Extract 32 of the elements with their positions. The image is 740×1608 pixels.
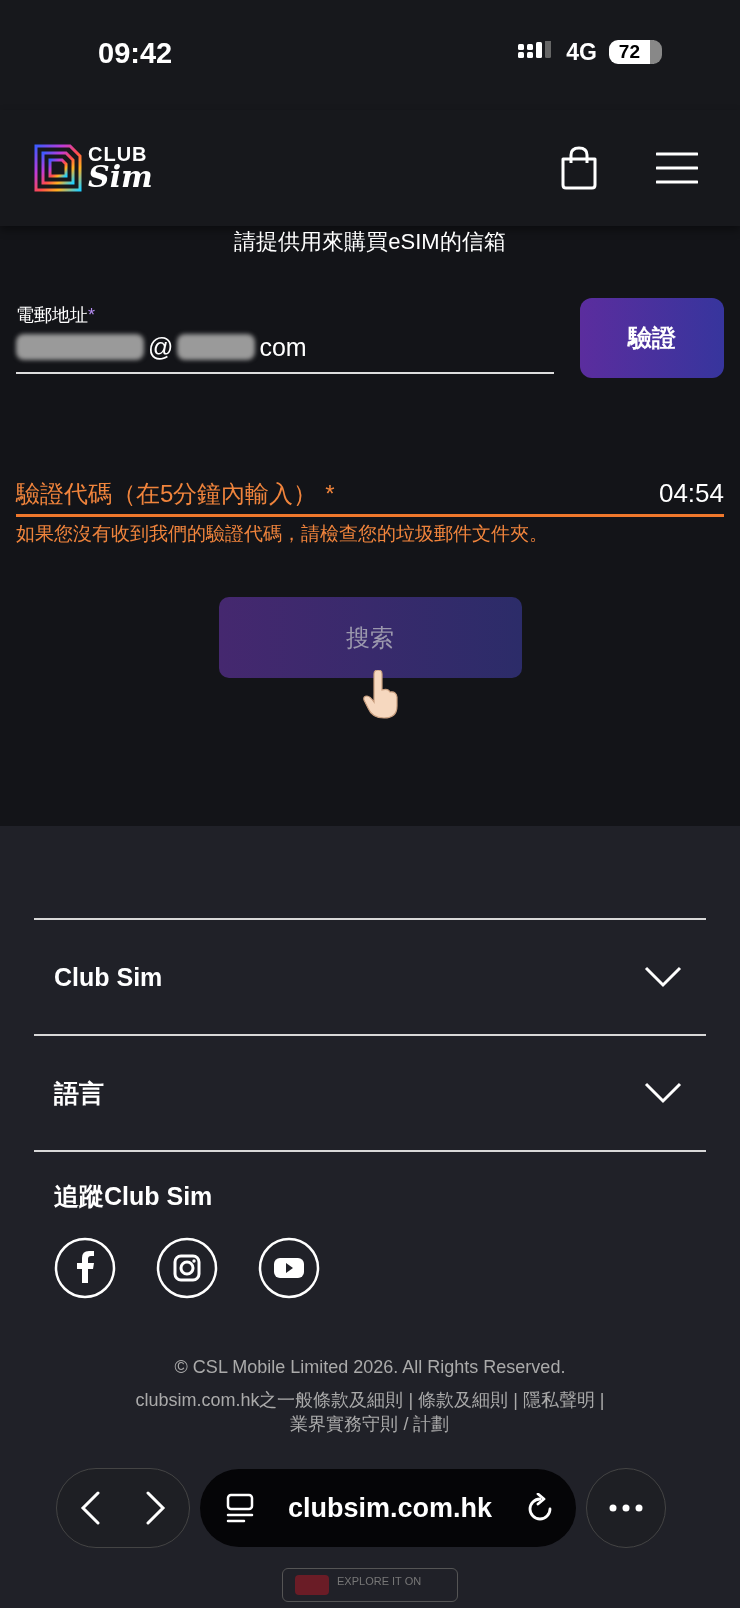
logo-text: CLUB — [88, 144, 148, 164]
facebook-icon[interactable] — [54, 1237, 116, 1299]
code-field[interactable]: 驗證代碼（在5分鐘內輸入） * 04:54 — [16, 478, 724, 517]
copyright-text: © CSL Mobile Limited 2026. All Rights Reserved. — [173, 1357, 567, 1378]
shopping-bag-icon[interactable] — [560, 146, 598, 190]
more-icon[interactable] — [609, 1504, 643, 1512]
page-menu-icon[interactable] — [226, 1493, 254, 1523]
footer-section-title[interactable]: Club Sim — [54, 962, 163, 992]
logo-icon — [34, 144, 82, 192]
instagram-icon[interactable] — [156, 1237, 218, 1299]
form-title: 請提供用來購買eSIM的信箱 — [233, 228, 507, 256]
status-time: 09:42 — [98, 36, 173, 70]
verify-button[interactable]: 驗證 — [580, 298, 724, 378]
store-badge[interactable]: EXPLORE IT ON — [282, 1568, 458, 1602]
forward-icon[interactable] — [145, 1491, 167, 1525]
play-icon[interactable] — [258, 1237, 320, 1299]
network-label: 4G — [566, 38, 597, 66]
chevron-icon[interactable] — [644, 1082, 682, 1104]
chevron-icon[interactable] — [644, 966, 682, 988]
follow-title: 追蹤Club Sim — [54, 1181, 214, 1212]
battery-indicator: 72 — [608, 40, 662, 64]
email-field[interactable]: 電郵地址* @ com — [16, 302, 554, 374]
error-message: 如果您沒有收到我們的驗證代碼，請檢查您的垃圾郵件文件夾。 — [16, 522, 549, 546]
pointing-hand-icon — [360, 670, 400, 720]
logo-script: Sim — [88, 162, 153, 192]
reload-icon[interactable] — [526, 1493, 554, 1523]
address-bar[interactable]: clubsim.com.hk — [200, 1469, 576, 1547]
legal-links[interactable]: 業界實務守則 / 計劃 — [34, 1412, 706, 1436]
legal-links[interactable]: clubsim.com.hk之一般條款及細則 | 條款及細則 | 隱私聲明 | — [34, 1388, 706, 1412]
back-icon[interactable] — [79, 1491, 101, 1525]
footer-section-title[interactable]: 語言 — [54, 1076, 104, 1110]
menu-icon[interactable] — [656, 152, 698, 184]
